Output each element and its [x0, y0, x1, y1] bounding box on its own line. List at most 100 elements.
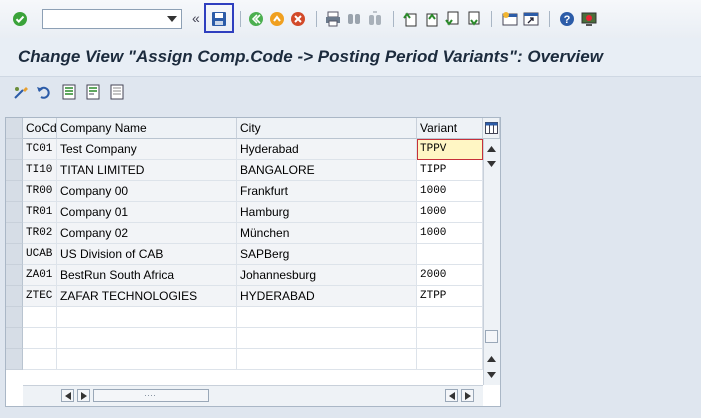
cell-cocd: TR00: [23, 181, 57, 202]
page-down-icon[interactable]: [485, 157, 498, 170]
customize-layout-icon[interactable]: [580, 10, 598, 28]
row-selector[interactable]: [6, 139, 23, 160]
command-field[interactable]: [42, 9, 182, 29]
cell-city: BANGALORE: [237, 160, 417, 181]
scroll-right-icon[interactable]: [77, 389, 90, 402]
cell-company-name: ZAFAR TECHNOLOGIES: [57, 286, 237, 307]
cell-company-name: TITAN LIMITED: [57, 160, 237, 181]
row-selector[interactable]: [6, 223, 23, 244]
first-page-icon[interactable]: [401, 10, 419, 28]
find-next-icon[interactable]: [366, 10, 384, 28]
cell-variant-input[interactable]: 1000: [417, 181, 483, 202]
application-toolbar: [0, 77, 701, 107]
column-header-cocd[interactable]: CoCd: [23, 118, 57, 139]
empty-cell[interactable]: [417, 328, 483, 349]
vertical-scrollbar[interactable]: [483, 139, 500, 385]
scroll-up-icon[interactable]: [485, 142, 498, 155]
display-change-icon[interactable]: [13, 83, 31, 101]
row-selector[interactable]: [6, 181, 23, 202]
cell-variant-input[interactable]: 2000: [417, 265, 483, 286]
enter-icon[interactable]: [11, 10, 29, 28]
cell-variant-input[interactable]: TPPV: [417, 139, 483, 160]
cell-variant-input[interactable]: [417, 244, 483, 265]
find-icon[interactable]: [345, 10, 363, 28]
row-selector[interactable]: [6, 265, 23, 286]
column-header-company-name[interactable]: Company Name: [57, 118, 237, 139]
cell-variant-input[interactable]: ZTPP: [417, 286, 483, 307]
cell-company-name: Test Company: [57, 139, 237, 160]
cell-cocd: UCAB: [23, 244, 57, 265]
cell-company-name: US Division of CAB: [57, 244, 237, 265]
column-header-variant[interactable]: Variant: [417, 118, 483, 139]
empty-cell: [237, 349, 417, 370]
cell-cocd: TC01: [23, 139, 57, 160]
empty-cell: [57, 307, 237, 328]
back-icon[interactable]: [247, 10, 265, 28]
select-block-icon[interactable]: [84, 83, 102, 101]
scroll-left-icon[interactable]: [61, 389, 74, 402]
row-selector[interactable]: [6, 244, 23, 265]
row-selector[interactable]: [6, 286, 23, 307]
select-all-rows-corner[interactable]: [6, 118, 23, 139]
scroll-thumb[interactable]: [485, 330, 498, 343]
undo-icon[interactable]: [35, 83, 53, 101]
row-selector[interactable]: [6, 349, 23, 370]
toolbar-separator: [316, 11, 317, 27]
shortcut-icon[interactable]: [522, 10, 540, 28]
toolbar-separator: [393, 11, 394, 27]
cell-variant-input[interactable]: TIPP: [417, 160, 483, 181]
table-settings-icon[interactable]: [483, 118, 500, 139]
previous-page-icon[interactable]: [422, 10, 440, 28]
horizontal-scroll-thumb[interactable]: [93, 389, 209, 402]
cell-city: SAPBerg: [237, 244, 417, 265]
toolbar-separator: [549, 11, 550, 27]
cell-company-name: BestRun South Africa: [57, 265, 237, 286]
last-page-icon[interactable]: [464, 10, 482, 28]
toolbar-separator: [491, 11, 492, 27]
row-selector[interactable]: [6, 202, 23, 223]
create-session-icon[interactable]: [501, 10, 519, 28]
toolbar-separator: [240, 11, 241, 27]
save-icon[interactable]: [210, 10, 228, 28]
empty-cell[interactable]: [417, 307, 483, 328]
empty-cell: [23, 328, 57, 349]
select-all-icon[interactable]: [60, 83, 78, 101]
page-title: Change View "Assign Comp.Code -> Posting…: [18, 47, 603, 66]
collapse-chevron-icon[interactable]: «: [192, 10, 200, 26]
empty-cell: [23, 307, 57, 328]
table-control: CoCd Company Name City Variant TC01 Test …: [5, 117, 501, 407]
title-bar: Change View "Assign Comp.Code -> Posting…: [0, 38, 701, 77]
horizontal-scrollbar[interactable]: [23, 385, 483, 406]
empty-cell: [23, 349, 57, 370]
page-up-icon[interactable]: [485, 352, 498, 365]
row-selector[interactable]: [6, 307, 23, 328]
column-header-city[interactable]: City: [237, 118, 417, 139]
exit-icon[interactable]: [268, 10, 286, 28]
cell-company-name: Company 01: [57, 202, 237, 223]
cancel-icon[interactable]: [289, 10, 307, 28]
empty-cell: [237, 307, 417, 328]
chevron-down-icon[interactable]: [163, 10, 181, 28]
cell-cocd: TI10: [23, 160, 57, 181]
scroll-left-end-icon[interactable]: [445, 389, 458, 402]
empty-cell: [57, 328, 237, 349]
empty-cell: [57, 349, 237, 370]
scroll-right-end-icon[interactable]: [461, 389, 474, 402]
cell-variant-input[interactable]: 1000: [417, 223, 483, 244]
system-toolbar: « ?: [0, 0, 701, 39]
cell-city: HYDERABAD: [237, 286, 417, 307]
row-selector[interactable]: [6, 160, 23, 181]
cell-variant-input[interactable]: 1000: [417, 202, 483, 223]
scroll-down-icon[interactable]: [485, 368, 498, 381]
deselect-all-icon[interactable]: [108, 83, 126, 101]
print-icon[interactable]: [324, 10, 342, 28]
row-selector[interactable]: [6, 328, 23, 349]
empty-cell[interactable]: [417, 349, 483, 370]
cell-cocd: TR01: [23, 202, 57, 223]
cell-company-name: Company 02: [57, 223, 237, 244]
cell-city: Hyderabad: [237, 139, 417, 160]
next-page-icon[interactable]: [443, 10, 461, 28]
cell-city: Hamburg: [237, 202, 417, 223]
cell-cocd: ZTEC: [23, 286, 57, 307]
help-icon[interactable]: ?: [558, 10, 576, 28]
